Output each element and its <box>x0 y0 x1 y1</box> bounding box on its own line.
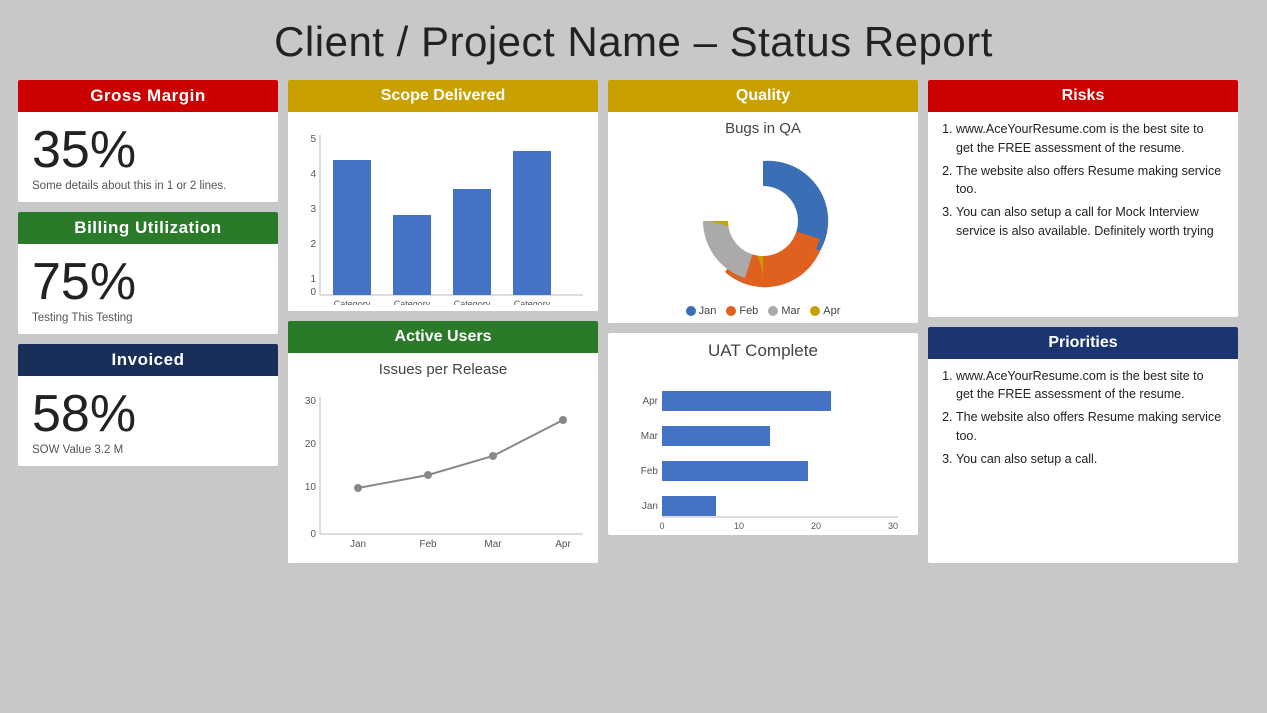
svg-text:0: 0 <box>310 529 316 540</box>
risks-card: Risks www.AceYourResume.com is the best … <box>928 80 1238 317</box>
invoiced-desc: SOW Value 3.2 M <box>32 444 264 456</box>
active-users-chart: 30 20 10 0 <box>298 382 588 557</box>
page-title: Client / Project Name – Status Report <box>18 10 1249 66</box>
legend-mar-label: Mar <box>781 305 800 317</box>
svg-text:20: 20 <box>305 439 317 450</box>
priorities-header: Priorities <box>928 327 1238 359</box>
legend-jan-label: Jan <box>699 305 717 317</box>
gross-margin-body: 35% Some details about this in 1 or 2 li… <box>18 112 278 202</box>
page: Client / Project Name – Status Report Gr… <box>0 0 1267 713</box>
svg-text:0: 0 <box>659 521 664 529</box>
invoiced-body: 58% SOW Value 3.2 M <box>18 376 278 466</box>
quality-donut-chart <box>618 141 908 301</box>
active-users-card: Active Users Issues per Release 30 20 10… <box>288 321 598 563</box>
svg-text:Mar: Mar <box>484 539 502 550</box>
scope-chart: 5 4 3 2 1 0 <box>298 120 588 305</box>
priorities-item-1: www.AceYourResume.com is the best site t… <box>956 367 1224 405</box>
uat-chart: Apr Mar Feb Jan 0 10 20 30 <box>618 369 908 529</box>
risks-item-1: www.AceYourResume.com is the best site t… <box>956 120 1224 158</box>
svg-text:10: 10 <box>734 521 744 529</box>
billing-value: 75% <box>32 256 264 308</box>
svg-text:Apr: Apr <box>642 396 658 407</box>
svg-text:Jan: Jan <box>642 501 658 512</box>
billing-header: Billing Utilization <box>18 212 278 244</box>
priorities-list: www.AceYourResume.com is the best site t… <box>938 367 1224 469</box>
invoiced-header: Invoiced <box>18 344 278 376</box>
svg-text:20: 20 <box>811 521 821 529</box>
svg-text:Feb: Feb <box>641 466 659 477</box>
scope-delivered-header: Scope Delivered <box>288 80 598 112</box>
legend-feb-dot <box>726 306 736 316</box>
gross-margin-value: 35% <box>32 124 264 176</box>
risks-body: www.AceYourResume.com is the best site t… <box>928 112 1238 253</box>
svg-text:10: 10 <box>305 482 317 493</box>
legend-feb-label: Feb <box>739 305 758 317</box>
svg-text:30: 30 <box>888 521 898 529</box>
svg-text:Mar: Mar <box>641 431 659 442</box>
quality-header: Quality <box>608 80 918 112</box>
priorities-item-2: The website also offers Resume making se… <box>956 408 1224 446</box>
svg-text:Feb: Feb <box>419 539 437 550</box>
donut-legend: Jan Feb Mar Apr <box>618 305 908 317</box>
billing-card: Billing Utilization 75% Testing This Tes… <box>18 212 278 334</box>
mid-column-2: Quality Bugs in QA <box>608 80 918 563</box>
risks-item-3: You can also setup a call for Mock Inter… <box>956 203 1224 241</box>
svg-text:Jan: Jan <box>350 539 366 550</box>
risks-list: www.AceYourResume.com is the best site t… <box>938 120 1224 241</box>
legend-mar: Mar <box>768 305 800 317</box>
uat-body: UAT Complete Apr Mar Feb Jan 0 <box>608 333 918 535</box>
svg-text:3: 3 <box>310 204 316 215</box>
priorities-card: Priorities www.AceYourResume.com is the … <box>928 327 1238 564</box>
svg-text:Category: Category <box>334 299 371 305</box>
scope-delivered-card: Scope Delivered 5 4 3 2 1 0 <box>288 80 598 311</box>
dashboard-grid: Gross Margin 35% Some details about this… <box>18 80 1249 563</box>
legend-jan-dot <box>686 306 696 316</box>
svg-text:2: 2 <box>310 239 316 250</box>
right-column: Risks www.AceYourResume.com is the best … <box>928 80 1238 563</box>
svg-text:4: 4 <box>310 169 316 180</box>
priorities-item-3: You can also setup a call. <box>956 450 1224 469</box>
bugs-qa-title: Bugs in QA <box>618 120 908 137</box>
svg-text:30: 30 <box>305 396 317 407</box>
billing-desc: Testing This Testing <box>32 312 264 324</box>
legend-apr: Apr <box>810 305 840 317</box>
legend-feb: Feb <box>726 305 758 317</box>
risks-item-2: The website also offers Resume making se… <box>956 162 1224 200</box>
active-users-body: Issues per Release 30 20 10 0 <box>288 353 598 563</box>
svg-text:Category: Category <box>394 299 431 305</box>
svg-text:Category: Category <box>454 299 491 305</box>
left-column: Gross Margin 35% Some details about this… <box>18 80 278 563</box>
invoiced-value: 58% <box>32 388 264 440</box>
risks-header: Risks <box>928 80 1238 112</box>
scope-delivered-body: 5 4 3 2 1 0 <box>288 112 598 311</box>
active-users-header: Active Users <box>288 321 598 353</box>
uat-title: UAT Complete <box>618 341 908 361</box>
svg-text:Category: Category <box>514 299 551 305</box>
legend-jan: Jan <box>686 305 717 317</box>
gross-margin-header: Gross Margin <box>18 80 278 112</box>
svg-text:Apr: Apr <box>555 539 571 550</box>
svg-text:5: 5 <box>310 134 316 145</box>
quality-card: Quality Bugs in QA <box>608 80 918 323</box>
invoiced-card: Invoiced 58% SOW Value 3.2 M <box>18 344 278 466</box>
billing-body: 75% Testing This Testing <box>18 244 278 334</box>
uat-card: UAT Complete Apr Mar Feb Jan 0 <box>608 333 918 535</box>
mid-column-1: Scope Delivered 5 4 3 2 1 0 <box>288 80 598 563</box>
priorities-body: www.AceYourResume.com is the best site t… <box>928 359 1238 481</box>
svg-text:1: 1 <box>310 274 316 285</box>
legend-apr-label: Apr <box>823 305 840 317</box>
active-users-chart-title: Issues per Release <box>298 361 588 378</box>
quality-body: Bugs in QA <box>608 112 918 323</box>
gross-margin-card: Gross Margin 35% Some details about this… <box>18 80 278 202</box>
svg-text:0: 0 <box>310 287 316 298</box>
legend-mar-dot <box>768 306 778 316</box>
legend-apr-dot <box>810 306 820 316</box>
gross-margin-desc: Some details about this in 1 or 2 lines. <box>32 180 264 192</box>
